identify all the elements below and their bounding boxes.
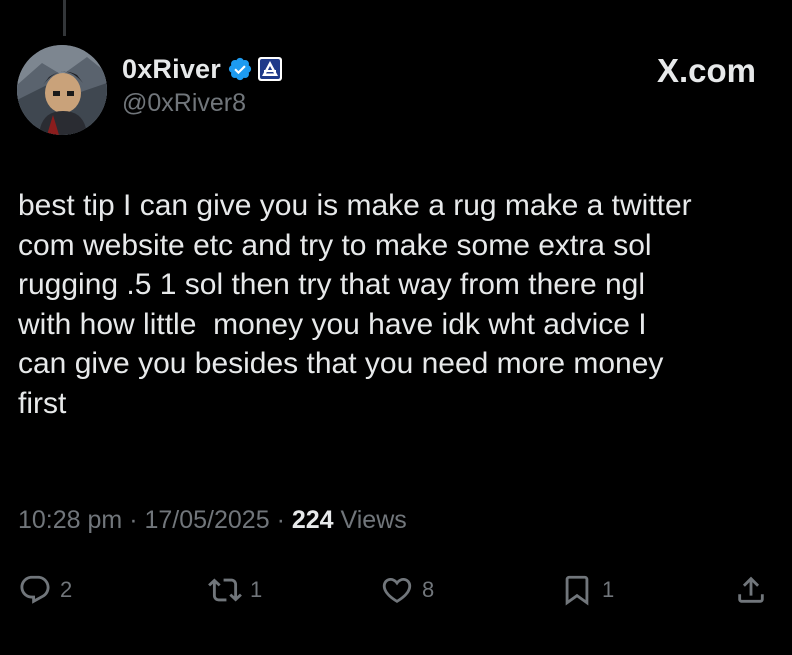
retweet-count: 1	[250, 577, 263, 602]
tweet-text: best tip I can give you is make a rug ma…	[18, 189, 692, 420]
views-count: 224	[291, 506, 334, 534]
share-icon	[738, 576, 764, 603]
views-label: Views	[340, 506, 407, 534]
thread-connector-line	[63, 0, 66, 36]
site-label: X.com	[656, 52, 756, 89]
reply-icon	[20, 575, 50, 604]
heart-icon	[382, 577, 412, 603]
retweet-button[interactable]: 1	[208, 570, 262, 610]
user-info[interactable]: 0xRiver @0xRiver8	[122, 53, 283, 118]
retweet-icon	[208, 578, 242, 602]
verified-badge-icon	[227, 56, 253, 82]
avatar-image	[17, 45, 107, 135]
tweet-time[interactable]: 10:28 pm	[18, 506, 122, 534]
bookmark-icon	[565, 575, 589, 606]
share-button[interactable]	[734, 570, 768, 610]
meta-separator: ·	[276, 506, 285, 534]
like-count: 8	[422, 577, 435, 602]
bookmark-button[interactable]: 1	[560, 570, 614, 610]
avatar[interactable]	[17, 45, 107, 135]
tweet-meta: 10:28 pm · 17/05/2025 · 224 Views	[18, 506, 407, 535]
bookmark-count: 1	[602, 577, 615, 602]
reply-count: 2	[60, 577, 73, 602]
display-name[interactable]: 0xRiver	[122, 54, 221, 85]
reply-button[interactable]: 2	[18, 570, 72, 610]
affiliate-logo-icon[interactable]	[257, 56, 283, 82]
action-bar: 2 1 8 1	[0, 570, 792, 610]
tweet-date[interactable]: 17/05/2025	[144, 506, 269, 534]
user-handle[interactable]: @0xRiver8	[122, 89, 283, 118]
meta-separator: ·	[129, 506, 138, 534]
name-row: 0xRiver	[122, 53, 283, 85]
like-button[interactable]: 8	[380, 570, 434, 610]
